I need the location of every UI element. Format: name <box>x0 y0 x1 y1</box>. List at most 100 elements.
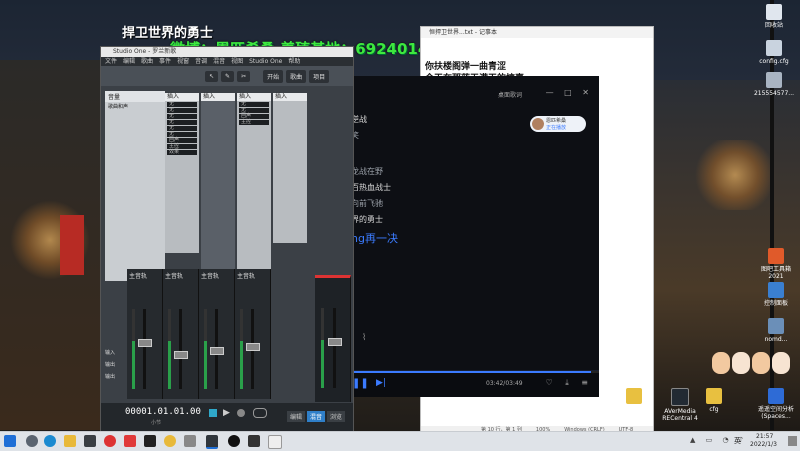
menu-mix[interactable]: 混音 <box>213 57 225 66</box>
menu-help[interactable]: 帮助 <box>288 57 300 66</box>
app-icon[interactable] <box>84 435 96 447</box>
lyric-line: 界的勇士 <box>351 215 383 224</box>
desktop-icon-config[interactable]: config.cfg <box>752 40 796 65</box>
play-icon[interactable]: ▶ <box>223 408 230 418</box>
toolbar: ↖ ✎ ✂ 开始 歌曲 项目 <box>101 66 353 86</box>
app-icon[interactable] <box>184 435 196 447</box>
pin-icon[interactable]: ⌇ <box>362 333 366 343</box>
mixer-strip-2[interactable]: 主音轨 <box>163 269 199 399</box>
player-right-icons[interactable]: ♡ ⤓ ≡ <box>546 378 594 388</box>
mixer-strip-1[interactable]: 主音轨 <box>127 269 163 399</box>
edit-button[interactable]: 编辑 <box>287 411 306 422</box>
notepad-icon[interactable] <box>268 435 282 449</box>
mixer-strip-master[interactable] <box>315 275 351 402</box>
user-chip[interactable]: 恩匹希桑 正在播放 <box>530 116 586 132</box>
start-button[interactable]: 开始 <box>263 69 284 83</box>
level-meter <box>240 309 243 389</box>
song-button[interactable]: 歌曲 <box>286 69 307 83</box>
strip-label: 主音轨 <box>201 273 220 280</box>
desktop-icon-file[interactable]: 215554577... <box>752 72 796 97</box>
fader-knob[interactable] <box>210 347 224 355</box>
level-meter <box>321 308 324 388</box>
desktop-icon-toolbox[interactable]: 图吧工具箱 2021 <box>754 248 798 280</box>
clock-time[interactable]: 21:57 <box>756 433 773 440</box>
fader-knob[interactable] <box>246 343 260 351</box>
desktop-icon-recycle-bin[interactable]: 回收站 <box>752 4 796 29</box>
studio-one-titlebar[interactable]: Studio One - 罗兰新歌 <box>101 47 353 57</box>
clock-date[interactable]: 2022/1/3 <box>750 441 777 448</box>
file-icon <box>766 40 782 56</box>
ime-indicator[interactable]: 英 <box>734 436 741 446</box>
app-icon[interactable] <box>144 435 156 447</box>
tool-arrow-icon[interactable]: ↖ <box>205 70 219 82</box>
loop-icon[interactable] <box>253 408 267 418</box>
mix-button[interactable]: 混音 <box>307 411 326 422</box>
desktop-icon-avermedia[interactable]: AVerMedia RECentral 4 <box>658 388 702 422</box>
player-top-label[interactable]: 桌面歌词 <box>498 90 522 99</box>
studio-one-window[interactable]: Studio One - 罗兰新歌 文件 编辑 歌曲 事件 视窗 音调 混音 视… <box>100 46 354 432</box>
terminal-icon <box>768 318 784 334</box>
app-icon[interactable] <box>248 435 260 447</box>
next-icon[interactable]: ▶| <box>376 378 386 388</box>
stop-icon[interactable] <box>209 409 217 417</box>
fader-knob[interactable] <box>328 338 342 346</box>
io-label: 输出 <box>105 374 116 380</box>
tool-pencil-icon[interactable]: ✎ <box>221 70 235 82</box>
mixer-strip-4[interactable]: 主音轨 <box>235 269 271 399</box>
desktop-icon-label: cfg <box>709 406 719 413</box>
strip-label: 主音轨 <box>129 273 148 280</box>
insert-channel-1[interactable]: 插入 无 无 无 无 无 无 回声 主控 效果 <box>165 93 199 253</box>
desktop-icon-label: config.cfg <box>759 58 789 65</box>
browse-button[interactable]: 浏览 <box>327 411 346 422</box>
edge-icon[interactable] <box>44 435 56 447</box>
fader-knob[interactable] <box>174 351 188 359</box>
menu-studio-one[interactable]: Studio One <box>249 57 282 66</box>
app-icon[interactable] <box>124 435 136 447</box>
tool-scissor-icon[interactable]: ✂ <box>237 70 251 82</box>
studio-one-icon[interactable] <box>206 435 218 449</box>
insert-channel-3[interactable]: 插入 无 无 回声 主控 <box>237 93 271 273</box>
inspector-panel: 音量 歌曲和声 <box>105 91 165 281</box>
player-controls: ❚❚ ▶| 03:42/03:49 ♡ ⤓ ≡ <box>348 370 599 397</box>
fx-slot[interactable]: 主控 <box>239 120 269 125</box>
cat-sticker-icon <box>752 352 770 374</box>
user-chip-name: 恩匹希桑 <box>546 118 567 124</box>
obs-icon[interactable] <box>228 435 240 447</box>
project-button[interactable]: 项目 <box>309 69 330 83</box>
desktop-icon-control-panel[interactable]: 控制面板 <box>754 282 798 307</box>
lyric-line: 向前飞驰 <box>351 199 383 208</box>
fx-slot[interactable]: 效果 <box>167 150 197 155</box>
notification-icon[interactable] <box>788 436 797 446</box>
record-icon[interactable] <box>237 409 245 417</box>
insert-channel-4[interactable]: 插入 <box>273 93 307 243</box>
insert-channel-2[interactable]: 插入 <box>201 93 235 273</box>
user-chip-sub: 正在播放 <box>546 125 567 131</box>
desktop-icon-spaces[interactable]: 遥遥空间分析 (Spaces... <box>754 388 798 420</box>
time-counter: 00001.01.01.00 <box>125 407 201 417</box>
progress-bar[interactable] <box>348 371 599 373</box>
notepad-titlebar[interactable]: 恒捍卫世界...txt - 记事本 <box>421 27 653 38</box>
explorer-icon[interactable] <box>64 435 76 447</box>
desktop-icon-cfg-b[interactable]: cfg <box>612 388 656 413</box>
folder-icon <box>626 388 642 404</box>
desktop-icon-cmd[interactable]: nomd... <box>754 318 798 343</box>
avermedia-icon <box>671 388 689 406</box>
folder-icon <box>706 388 722 404</box>
chrome-icon[interactable] <box>164 435 176 447</box>
menu-edit[interactable]: 编辑 <box>123 57 135 66</box>
menu-view[interactable]: 视窗 <box>177 57 189 66</box>
menu-event[interactable]: 事件 <box>159 57 171 66</box>
music-player-window[interactable]: 桌面歌词 — □ ✕ 恩匹希桑 正在播放 逆战 笑 龙战在野 百热血战士 向前飞… <box>348 76 599 397</box>
menu-audio[interactable]: 音调 <box>195 57 207 66</box>
menu-song[interactable]: 歌曲 <box>141 57 153 66</box>
window-light <box>690 140 780 210</box>
start-icon[interactable] <box>4 435 16 447</box>
netease-icon[interactable] <box>104 435 116 447</box>
mixer-strip-3[interactable]: 主音轨 <box>199 269 235 399</box>
search-icon[interactable] <box>26 435 38 447</box>
menu-file[interactable]: 文件 <box>105 57 117 66</box>
pause-icon[interactable]: ❚❚ <box>352 378 369 389</box>
fader-knob[interactable] <box>138 339 152 347</box>
player-window-controls[interactable]: — □ ✕ <box>546 88 593 97</box>
menu-views[interactable]: 视图 <box>231 57 243 66</box>
